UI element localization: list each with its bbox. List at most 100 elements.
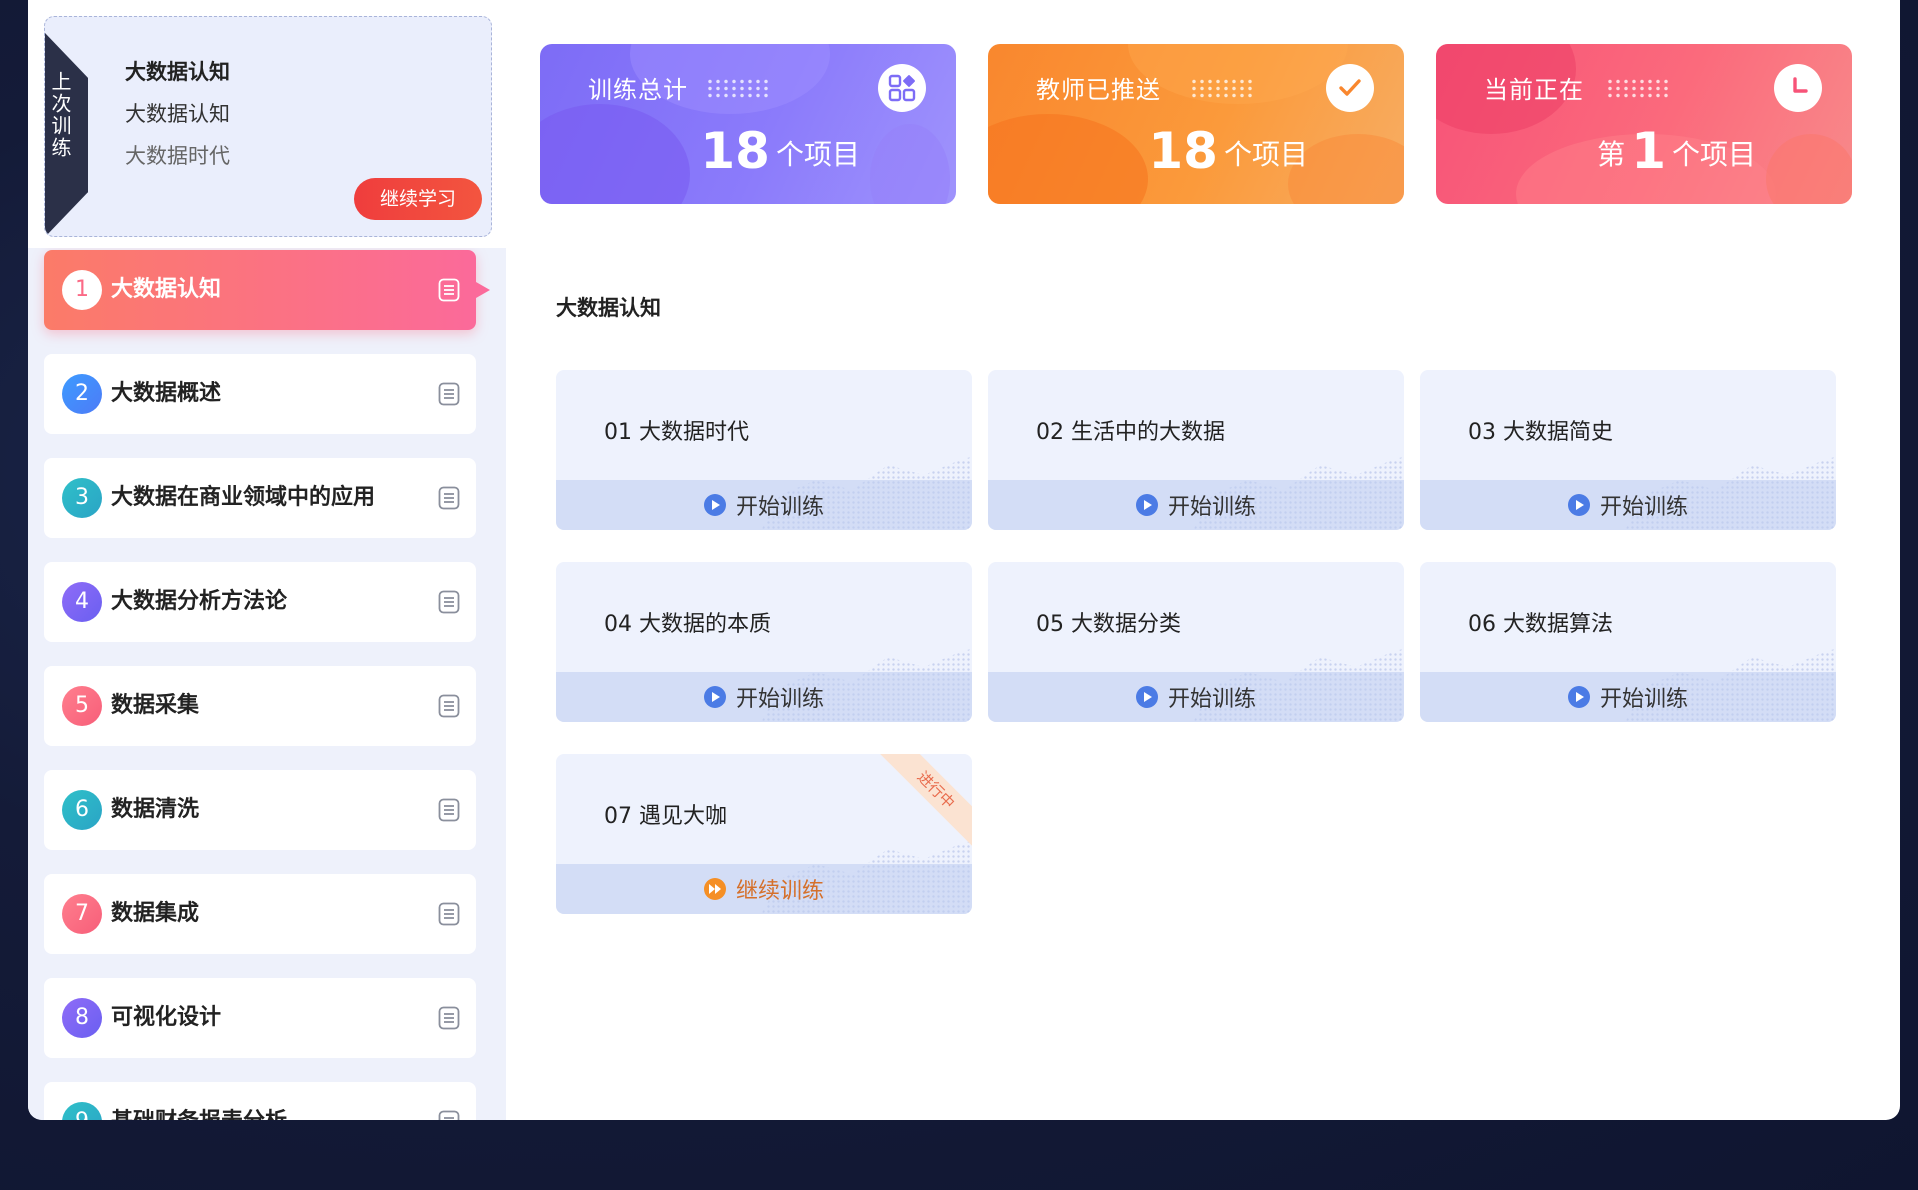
stat-card-current: 当前正在 第 1 个项目 bbox=[1436, 44, 1852, 204]
chapter-label: 数据采集 bbox=[111, 693, 200, 718]
sidebar-item-7[interactable]: 7 数据集成 bbox=[44, 874, 476, 954]
sidebar-item-4[interactable]: 4 大数据分析方法论 bbox=[44, 562, 476, 642]
document-icon[interactable] bbox=[438, 278, 460, 302]
chapter-number-badge: 9 bbox=[62, 1102, 102, 1120]
stat-value: 18 个项目 bbox=[694, 122, 860, 180]
document-icon[interactable] bbox=[438, 694, 460, 718]
continue-learning-button[interactable]: 继续学习 bbox=[354, 178, 482, 220]
last-training-section: 大数据时代 bbox=[125, 144, 230, 168]
document-icon[interactable] bbox=[438, 486, 460, 510]
stat-card-pushed: 教师已推送 18 个项目 bbox=[988, 44, 1404, 204]
chapter-label: 可视化设计 bbox=[111, 1005, 222, 1030]
play-icon bbox=[1135, 686, 1158, 708]
training-card-1[interactable]: 01 大数据时代 开始训练 bbox=[556, 370, 972, 530]
fast-forward-icon bbox=[703, 878, 726, 900]
action-label: 开始训练 bbox=[1599, 687, 1688, 712]
start-training-button[interactable]: 开始训练 bbox=[556, 480, 972, 530]
start-training-button[interactable]: 开始训练 bbox=[1420, 480, 1836, 530]
action-label: 开始训练 bbox=[735, 495, 824, 520]
training-card-3[interactable]: 03 大数据简史 开始训练 bbox=[1420, 370, 1836, 530]
sidebar-item-2[interactable]: 2 大数据概述 bbox=[44, 354, 476, 434]
action-label: 开始训练 bbox=[1167, 687, 1256, 712]
dots-decoration bbox=[1606, 78, 1670, 100]
document-icon[interactable] bbox=[438, 382, 460, 406]
last-training-panel: 上次训练 大数据认知 大数据认知 大数据时代 继续学习 bbox=[44, 16, 492, 237]
check-icon bbox=[1326, 64, 1374, 112]
play-icon bbox=[1135, 494, 1158, 516]
sidebar-item-9[interactable]: 9 基础财务报表分析 bbox=[44, 1082, 476, 1120]
chapter-label: 基础财务报表分析 bbox=[111, 1102, 287, 1120]
play-icon bbox=[1567, 686, 1590, 708]
chapter-number-badge: 8 bbox=[62, 998, 102, 1038]
chapter-label: 大数据分析方法论 bbox=[111, 589, 288, 614]
training-title: 06 大数据算法 bbox=[1468, 612, 1613, 637]
training-card-4[interactable]: 04 大数据的本质 开始训练 bbox=[556, 562, 972, 722]
chapter-label: 大数据在商业领域中的应用 bbox=[111, 485, 376, 510]
training-title: 03 大数据简史 bbox=[1468, 420, 1613, 445]
last-training-course: 大数据认知 bbox=[125, 60, 230, 84]
stat-number: 18 bbox=[700, 122, 770, 180]
chapter-number-badge: 2 bbox=[62, 374, 102, 414]
training-title: 05 大数据分类 bbox=[1036, 612, 1181, 637]
play-icon bbox=[703, 494, 726, 516]
chapter-label: 大数据概述 bbox=[111, 381, 222, 406]
sidebar-item-6[interactable]: 6 数据清洗 bbox=[44, 770, 476, 850]
start-training-button[interactable]: 开始训练 bbox=[1420, 672, 1836, 722]
section-title: 大数据认知 bbox=[556, 296, 661, 320]
training-title: 02 生活中的大数据 bbox=[1036, 420, 1225, 445]
sidebar-item-1[interactable]: 1 大数据认知 bbox=[44, 250, 490, 330]
chapter-number-badge: 7 bbox=[62, 894, 102, 934]
chapter-number-badge: 6 bbox=[62, 790, 102, 830]
stat-number: 18 bbox=[1148, 122, 1218, 180]
document-icon[interactable] bbox=[438, 902, 460, 926]
stat-suffix: 个项目 bbox=[775, 138, 860, 171]
stat-label: 训练总计 bbox=[588, 76, 688, 104]
sidebar-item-5[interactable]: 5 数据采集 bbox=[44, 666, 476, 746]
play-icon bbox=[703, 686, 726, 708]
stat-label: 当前正在 bbox=[1484, 76, 1584, 104]
sidebar-item-3[interactable]: 3 大数据在商业领域中的应用 bbox=[44, 458, 476, 538]
last-training-tag-text: 上次训练 bbox=[48, 71, 72, 159]
last-training-chapter: 大数据认知 bbox=[125, 102, 230, 126]
continue-training-button[interactable]: 继续训练 bbox=[556, 864, 972, 914]
stat-prefix: 第 bbox=[1597, 138, 1626, 171]
training-card-5[interactable]: 05 大数据分类 开始训练 bbox=[988, 562, 1404, 722]
chapter-label: 大数据认知 bbox=[111, 277, 222, 302]
play-icon bbox=[1567, 494, 1590, 516]
action-label: 开始训练 bbox=[1167, 495, 1256, 520]
stat-value: 第 1 个项目 bbox=[1597, 122, 1756, 180]
document-icon[interactable] bbox=[438, 590, 460, 614]
action-label: 开始训练 bbox=[1599, 495, 1688, 520]
dots-decoration bbox=[1190, 78, 1254, 100]
chapter-sidebar: 1 大数据认知 2 大数据概述 3 大数据在商业领域中的应用 4 大数据分析方法… bbox=[28, 248, 506, 1120]
training-title: 07 遇见大咖 bbox=[604, 804, 727, 829]
chapter-number-badge: 3 bbox=[62, 478, 102, 518]
training-title: 01 大数据时代 bbox=[604, 420, 749, 445]
training-card-2[interactable]: 02 生活中的大数据 开始训练 bbox=[988, 370, 1404, 530]
app-window: 上次训练 大数据认知 大数据认知 大数据时代 继续学习 训练总计 18个项目 bbox=[28, 0, 1900, 1120]
stat-value: 18 个项目 bbox=[1142, 122, 1308, 180]
training-card-7[interactable]: 进行中 07 遇见大咖 继续训练 bbox=[556, 754, 972, 914]
action-label: 开始训练 bbox=[735, 687, 824, 712]
grid-apps-icon bbox=[878, 64, 926, 112]
chapter-label: 数据集成 bbox=[111, 901, 200, 926]
clock-icon bbox=[1774, 64, 1822, 112]
training-title: 04 大数据的本质 bbox=[604, 612, 771, 637]
training-card-6[interactable]: 06 大数据算法 开始训练 bbox=[1420, 562, 1836, 722]
stat-label: 教师已推送 bbox=[1036, 76, 1161, 104]
stat-number: 1 bbox=[1631, 122, 1666, 180]
document-icon[interactable] bbox=[438, 1006, 460, 1030]
sidebar-item-8[interactable]: 8 可视化设计 bbox=[44, 978, 476, 1058]
stat-card-total: 训练总计 18 个项目 bbox=[540, 44, 956, 204]
chapter-number-badge: 5 bbox=[62, 686, 102, 726]
action-label: 继续训练 bbox=[735, 879, 824, 904]
start-training-button[interactable]: 开始训练 bbox=[988, 672, 1404, 722]
chapter-number-badge: 4 bbox=[62, 582, 102, 622]
dots-decoration bbox=[706, 78, 770, 100]
document-icon[interactable] bbox=[438, 1110, 460, 1120]
chapter-label: 数据清洗 bbox=[111, 797, 200, 822]
start-training-button[interactable]: 开始训练 bbox=[556, 672, 972, 722]
document-icon[interactable] bbox=[438, 798, 460, 822]
stat-suffix: 个项目 bbox=[1671, 138, 1756, 171]
start-training-button[interactable]: 开始训练 bbox=[988, 480, 1404, 530]
